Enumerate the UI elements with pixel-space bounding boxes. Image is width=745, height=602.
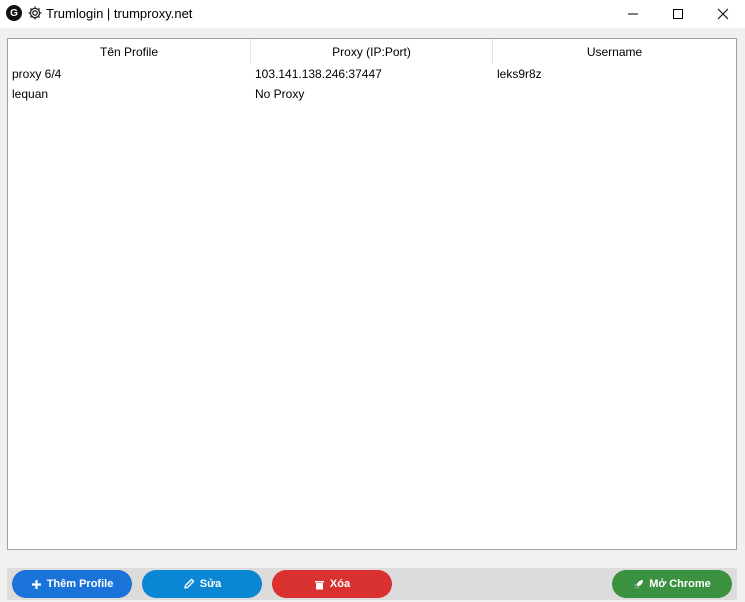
app-logo-icon: G <box>6 5 22 21</box>
action-toolbar: Thêm Profile Sửa Xóa Mở Chrome <box>7 568 737 600</box>
minimize-icon <box>628 13 638 15</box>
add-profile-button[interactable]: Thêm Profile <box>12 570 132 598</box>
edit-label: Sửa <box>199 578 222 590</box>
table-header: Tên Profile Proxy (IP:Port) Username <box>8 39 736 64</box>
pencil-icon <box>184 578 195 589</box>
open-chrome-button[interactable]: Mở Chrome <box>612 570 732 598</box>
trash-icon <box>314 580 324 589</box>
column-header-username[interactable]: Username <box>493 39 736 64</box>
column-header-profile-name[interactable]: Tên Profile <box>8 39 251 64</box>
profile-name-cell: proxy 6/4 <box>12 67 62 81</box>
proxy-cell: No Proxy <box>255 87 305 101</box>
proxy-cell: 103.141.138.246:37447 <box>255 67 382 81</box>
close-icon <box>717 8 729 20</box>
gear-icon <box>28 6 42 20</box>
maximize-icon <box>673 9 683 19</box>
rocket-icon <box>634 579 644 589</box>
profiles-table[interactable]: Tên Profile Proxy (IP:Port) Username pro… <box>7 38 737 550</box>
add-profile-label: Thêm Profile <box>46 578 114 590</box>
open-chrome-label: Mở Chrome <box>649 578 711 590</box>
username-cell: leks9r8z <box>497 67 542 81</box>
delete-label: Xóa <box>329 578 351 590</box>
minimize-button[interactable] <box>610 0 656 28</box>
table-row[interactable]: lequan No Proxy <box>8 84 736 104</box>
table-body: proxy 6/4 103.141.138.246:37447 leks9r8z… <box>8 64 736 104</box>
plus-icon <box>31 579 41 589</box>
table-row[interactable]: proxy 6/4 103.141.138.246:37447 leks9r8z <box>8 64 736 84</box>
profile-name-cell: lequan <box>12 87 49 101</box>
maximize-button[interactable] <box>655 0 701 28</box>
title-bar: G Trumlogin | trumproxy.net <box>0 0 745 28</box>
close-button[interactable] <box>700 0 745 28</box>
delete-button[interactable]: Xóa <box>272 570 392 598</box>
edit-button[interactable]: Sửa <box>142 570 262 598</box>
column-header-proxy[interactable]: Proxy (IP:Port) <box>251 39 493 64</box>
window-title: Trumlogin | trumproxy.net <box>46 6 193 21</box>
